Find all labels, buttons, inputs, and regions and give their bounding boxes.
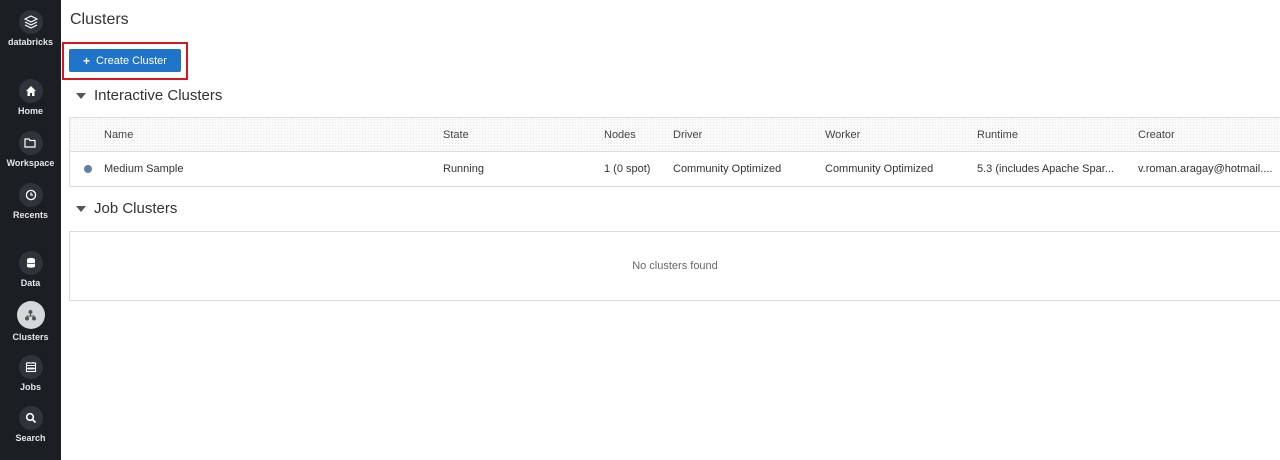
sidebar: databricks Home Workspace Recents Data C… <box>0 0 61 460</box>
interactive-clusters-table: Name State Nodes Driver Worker Runtime C… <box>69 117 1280 187</box>
section-title: Job Clusters <box>94 200 178 217</box>
column-header-worker[interactable]: Worker <box>825 118 860 152</box>
sidebar-item-home[interactable]: Home <box>0 79 61 117</box>
column-header-name[interactable]: Name <box>104 118 133 152</box>
job-clusters-toggle[interactable]: Job Clusters <box>76 200 177 217</box>
cluster-state: Running <box>443 163 484 175</box>
status-dot-icon <box>84 165 92 173</box>
cluster-runtime: 5.3 (includes Apache Spar... <box>977 163 1114 175</box>
sidebar-item-label: Data <box>20 278 41 288</box>
column-header-runtime[interactable]: Runtime <box>977 118 1018 152</box>
calendar-icon <box>18 355 43 379</box>
interactive-clusters-toggle[interactable]: Interactive Clusters <box>76 87 222 104</box>
sidebar-item-recents[interactable]: Recents <box>0 183 61 221</box>
caret-down-icon <box>76 92 86 99</box>
cluster-creator: v.roman.aragay@hotmail.... <box>1138 163 1273 175</box>
sidebar-item-label: Workspace <box>6 158 55 168</box>
sidebar-item-label: Search <box>15 433 46 443</box>
create-cluster-button[interactable]: + Create Cluster <box>69 49 181 72</box>
column-header-creator[interactable]: Creator <box>1138 118 1175 152</box>
section-title: Interactive Clusters <box>94 87 223 104</box>
sidebar-item-clusters[interactable]: Clusters <box>0 301 61 343</box>
sidebar-item-databricks[interactable]: databricks <box>0 10 61 48</box>
empty-state-text: No clusters found <box>632 260 718 272</box>
home-icon <box>18 79 43 103</box>
database-icon <box>18 251 43 275</box>
sidebar-item-data[interactable]: Data <box>0 251 61 289</box>
table-header: Name State Nodes Driver Worker Runtime C… <box>70 118 1280 152</box>
column-header-state[interactable]: State <box>443 118 469 152</box>
page-title: Clusters <box>70 11 129 28</box>
sidebar-item-label: Recents <box>12 210 48 220</box>
folder-icon <box>18 131 43 155</box>
sidebar-item-jobs[interactable]: Jobs <box>0 355 61 393</box>
job-clusters-table: No clusters found <box>69 231 1280 301</box>
cluster-name-link[interactable]: Medium Sample <box>104 152 183 186</box>
sidebar-item-label: Clusters <box>12 332 49 342</box>
sidebar-item-search[interactable]: Search <box>0 406 61 444</box>
clock-icon <box>18 183 43 207</box>
brand-label: databricks <box>7 37 54 47</box>
databricks-logo-icon <box>18 10 43 34</box>
search-icon <box>18 406 43 430</box>
cluster-nodes: 1 (0 spot) <box>604 163 651 175</box>
table-row[interactable]: Medium Sample Running 1 (0 spot) Communi… <box>70 152 1280 186</box>
column-header-driver[interactable]: Driver <box>673 118 702 152</box>
create-cluster-label: Create Cluster <box>96 54 167 67</box>
sidebar-item-label: Home <box>17 106 43 116</box>
cluster-worker: Community Optimized <box>825 163 934 175</box>
caret-down-icon <box>76 205 86 212</box>
clusters-icon <box>16 301 45 329</box>
column-header-nodes[interactable]: Nodes <box>604 118 636 152</box>
sidebar-item-workspace[interactable]: Workspace <box>0 131 61 169</box>
plus-icon: + <box>83 53 91 68</box>
cluster-driver: Community Optimized <box>673 163 782 175</box>
sidebar-item-label: Jobs <box>19 382 41 392</box>
